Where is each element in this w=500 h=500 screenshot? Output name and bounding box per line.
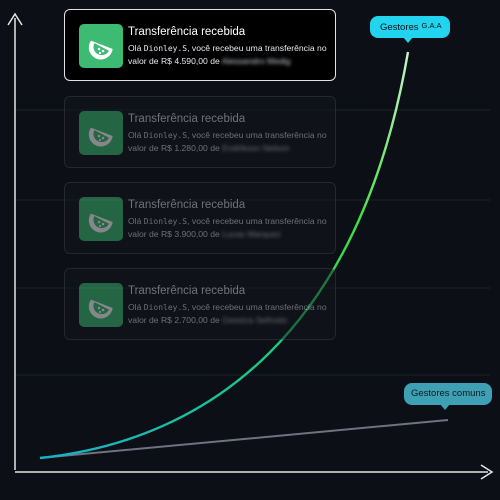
user-name: Dionley.S [143, 131, 188, 140]
transfer-notification-card[interactable]: Transferência recebida Olá Dionley.S, voc… [64, 182, 336, 254]
transfer-amount: R$ 4.590,00 [160, 56, 208, 66]
transfer-notification-card[interactable]: Transferência recebida Olá Dionley.S, voc… [64, 96, 336, 168]
notification-message: Olá Dionley.S, você recebeu uma transfer… [128, 215, 333, 241]
lime-slice-icon [79, 283, 123, 327]
transfer-amount: R$ 1.280,00 [160, 143, 208, 153]
sender-name-blurred: Alessandro Medig [221, 56, 291, 66]
sender-name-blurred: Lucas Marquez [222, 229, 281, 239]
transfer-amount: R$ 3.900,00 [160, 229, 208, 239]
lime-slice-icon [79, 111, 123, 155]
notification-message: Olá Dionley.S, você recebeu uma transfer… [128, 301, 333, 327]
gaa-managers-label: Gestores G.A.A [370, 16, 450, 38]
transfer-notification-card[interactable]: Transferência recebida Olá Dionley.S, voc… [64, 268, 336, 340]
connector: de [210, 56, 220, 66]
x-axis [15, 464, 494, 480]
connector: de [210, 143, 220, 153]
gaa-label-text: Gestores [380, 22, 419, 33]
connector: de [210, 229, 220, 239]
notification-title: Transferência recebida [128, 26, 246, 38]
notification-title: Transferência recebida [128, 199, 246, 211]
notification-title: Transferência recebida [128, 285, 246, 297]
user-name: Dionley.S [143, 303, 188, 312]
user-name: Dionley.S [143, 44, 188, 53]
common-managers-line [39, 419, 449, 459]
user-name: Dionley.S [143, 217, 188, 226]
gaa-label-pointer [403, 37, 413, 43]
sender-name-blurred: Gessica Selhodo [222, 315, 288, 325]
growth-comparison-graphic: Transferência recebida Olá Dionley.S, voc… [0, 0, 500, 500]
connector: de [210, 315, 220, 325]
y-axis [7, 12, 23, 470]
transfer-amount: R$ 2.700,00 [160, 315, 208, 325]
greeting: Olá [128, 302, 142, 312]
greeting: Olá [128, 43, 142, 53]
notification-message: Olá Dionley.S, você recebeu uma transfer… [128, 129, 333, 155]
notification-title: Transferência recebida [128, 113, 246, 125]
transfer-notification-card[interactable]: Transferência recebida Olá Dionley.S, voc… [64, 9, 336, 81]
common-managers-label: Gestores comuns [404, 383, 492, 405]
notification-message: Olá Dionley.S, você recebeu uma transfer… [128, 42, 333, 68]
greeting: Olá [128, 216, 142, 226]
sender-name-blurred: Endrikson Nelson [222, 143, 290, 153]
greeting: Olá [128, 130, 142, 140]
common-label-pointer [440, 404, 450, 410]
gaa-label-superscript: G.A.A [421, 21, 442, 30]
lime-slice-icon [79, 24, 123, 68]
lime-slice-icon [79, 197, 123, 241]
